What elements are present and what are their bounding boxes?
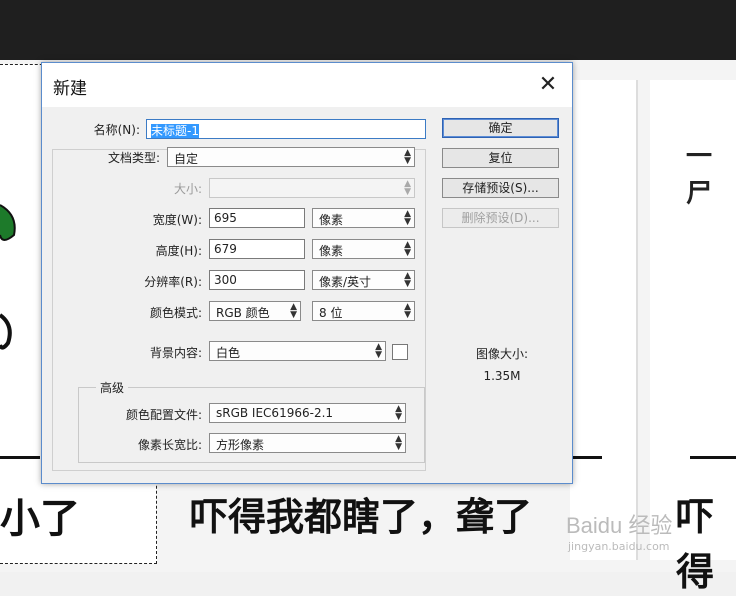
height-field[interactable]: 679 [209,239,305,259]
meme-text-right: 吓得 [676,495,715,594]
color-profile-value: sRGB IEC61966-2.1 [216,406,334,420]
pixel-aspect-label: 像素长宽比: [137,438,202,452]
name-field[interactable]: 未标题-1 [146,119,426,139]
resolution-label: 分辨率(R): [144,275,202,289]
bit-depth-select[interactable]: 8 位 ▲ ▼ [312,301,415,321]
color-profile-select[interactable]: sRGB IEC61966-2.1 ▲ ▼ [209,403,406,423]
width-unit-select[interactable]: 像素 ▲ ▼ [312,208,415,228]
meme-text-middle: 吓得我都瞎了，聋了 [190,495,533,539]
color-mode-value: RGB 颜色 [216,306,270,320]
meme-text-left: 小了 [0,496,80,542]
updown-icon: ▲ ▼ [404,271,411,289]
name-label: 名称(N): [93,123,140,137]
size-label: 大小: [173,182,202,196]
dialog-title: 新建 [53,79,87,99]
height-label: 高度(H): [155,244,202,258]
resolution-unit-select[interactable]: 像素/英寸 ▲ ▼ [312,270,415,290]
updown-icon: ▲ ▼ [395,404,402,422]
color-profile-label: 颜色配置文件: [125,408,202,422]
image-size-label: 图像大小: [475,347,529,361]
advanced-label: 高级 [96,379,129,396]
background-contents-select[interactable]: 白色 ▲ ▼ [209,341,386,361]
preset-label: 文档类型: [107,151,160,165]
meme-text-top-right: 一尸 [686,142,713,209]
ok-button[interactable]: 确定 [442,118,559,138]
updown-icon: ▲ ▼ [404,148,411,166]
updown-icon: ▲ ▼ [404,179,411,197]
close-icon[interactable]: ✕ [528,71,568,99]
updown-icon: ▲ ▼ [404,302,411,320]
updown-icon: ▲ ▼ [404,240,411,258]
name-value: 未标题-1 [151,124,199,138]
updown-icon: ▲ ▼ [375,342,382,360]
background-color-swatch[interactable] [392,344,408,360]
background-contents-label: 背景内容: [149,346,202,360]
color-mode-select[interactable]: RGB 颜色 ▲ ▼ [209,301,301,321]
height-unit-value: 像素 [319,244,344,258]
pixel-aspect-value: 方形像素 [216,438,265,452]
resolution-field[interactable]: 300 [209,270,305,290]
pixel-aspect-select[interactable]: 方形像素 ▲ ▼ [209,433,406,453]
divider-line [0,456,40,459]
watermark-url: jingyan.baidu.com [568,540,670,553]
size-select: ▲ ▼ [209,178,415,198]
cartoon-figure [0,204,16,350]
preset-value: 自定 [174,152,199,166]
divider-line [572,456,602,459]
dialog-titlebar: 新建 ✕ [42,63,572,107]
width-field[interactable]: 695 [209,208,305,228]
divider-line [690,456,736,459]
new-document-dialog: 新建 ✕ 名称(N): 未标题-1 文档类型: 自定 ▲ ▼ 大小: ▲ ▼ 宽度(W… [41,62,573,484]
app-top-bar [0,0,736,60]
watermark-logo: Baidu 经验 [566,513,673,538]
preset-select[interactable]: 自定 ▲ ▼ [167,147,415,167]
bit-depth-value: 8 位 [319,306,343,320]
color-mode-label: 颜色模式: [149,306,202,320]
image-size-value: 1.35M [483,369,521,383]
resolution-unit-value: 像素/英寸 [319,275,372,289]
width-unit-value: 像素 [319,213,344,227]
meme-panel [570,80,638,560]
updown-icon: ▲ ▼ [404,209,411,227]
width-label: 宽度(W): [152,213,202,227]
updown-icon: ▲ ▼ [395,434,402,452]
delete-preset-button: 删除预设(D)... [442,208,559,228]
save-preset-button[interactable]: 存储预设(S)... [442,178,559,198]
updown-icon: ▲ ▼ [290,302,297,320]
reset-button[interactable]: 复位 [442,148,559,168]
background-contents-value: 白色 [216,346,241,360]
height-unit-select[interactable]: 像素 ▲ ▼ [312,239,415,259]
